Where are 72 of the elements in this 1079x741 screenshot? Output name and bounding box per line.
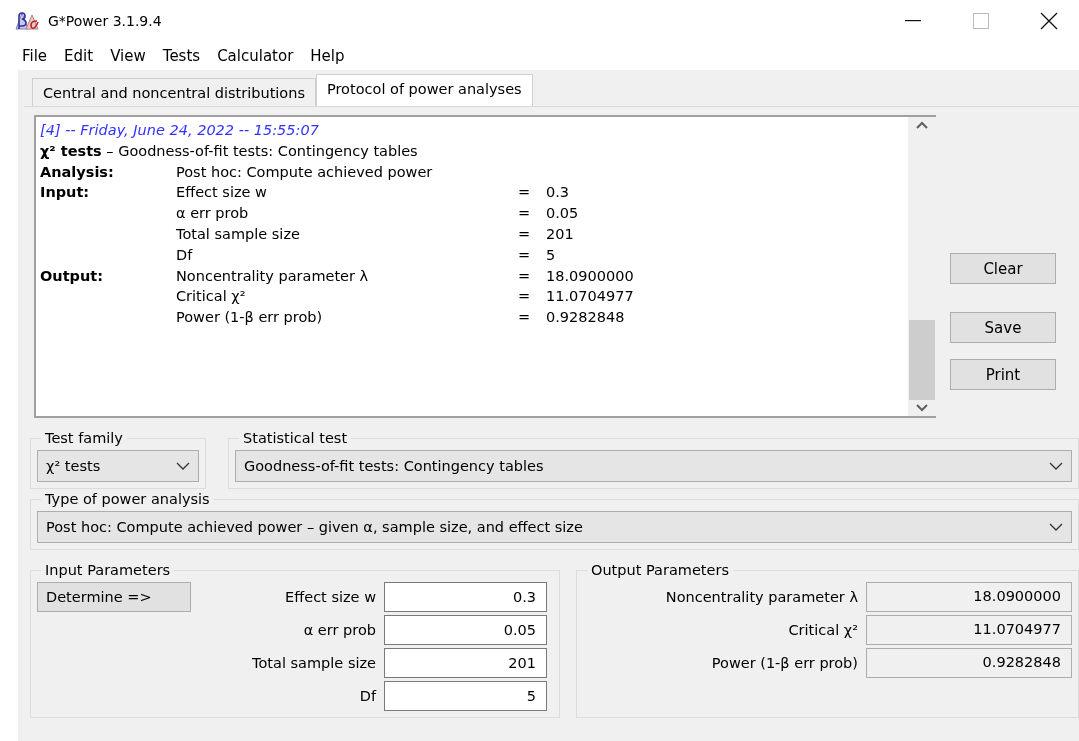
output-field: 18.0900000 bbox=[866, 582, 1072, 612]
input-field[interactable]: 5 bbox=[384, 681, 547, 711]
group-label: Test family bbox=[44, 430, 124, 446]
field-label: Noncentrality parameter λ bbox=[665, 589, 858, 605]
output-field: 0.9282848 bbox=[866, 648, 1072, 678]
protocol-button[interactable]: Print bbox=[950, 359, 1056, 390]
field-label: Total sample size bbox=[252, 655, 376, 671]
equals-sign: = bbox=[518, 184, 531, 201]
parameter-value: 11.0704977 bbox=[546, 288, 634, 305]
parameter-name: Power (1-β err prob) bbox=[176, 308, 324, 328]
close-icon[interactable] bbox=[1040, 12, 1058, 30]
power-analysis-dropdown[interactable]: Post hoc: Compute achieved power – given α, sample size, and effect size bbox=[37, 511, 1072, 543]
determine-button[interactable]: Determine => bbox=[37, 582, 191, 612]
field-label: Critical χ² bbox=[787, 622, 858, 638]
output-field: 11.0704977 bbox=[866, 615, 1072, 645]
group-label: Input Parameters bbox=[44, 562, 172, 578]
equals-sign: = bbox=[518, 226, 531, 242]
app-logo-icon bbox=[14, 11, 40, 31]
menu-item[interactable]: Help bbox=[306, 47, 358, 65]
equals-sign: = bbox=[518, 267, 531, 284]
protocol-title: χ² tests – Goodness-of-fit tests: Contingency tables bbox=[40, 141, 419, 161]
input-field[interactable]: 0.3 bbox=[384, 582, 547, 612]
input-field[interactable]: 201 bbox=[384, 648, 547, 678]
parameter-value: 201 bbox=[546, 226, 574, 242]
scrollbar[interactable] bbox=[908, 117, 936, 416]
scroll-down-icon[interactable] bbox=[916, 404, 928, 412]
parameter-value: 0.3 bbox=[546, 184, 570, 201]
tab[interactable]: Central and noncentral distributions bbox=[32, 78, 316, 106]
parameter-name: Total sample size bbox=[176, 225, 301, 244]
chevron-down-icon bbox=[1049, 462, 1063, 470]
field-label: Effect size w bbox=[284, 589, 376, 605]
window-title: G*Power 3.1.9.4 bbox=[48, 13, 163, 29]
parameter-name: Effect size w bbox=[176, 183, 268, 203]
tab[interactable]: Protocol of power analyses bbox=[316, 74, 533, 106]
equals-sign: = bbox=[518, 246, 531, 263]
menu-item[interactable]: File bbox=[18, 47, 61, 65]
minimize-icon[interactable] bbox=[905, 20, 921, 22]
parameter-value: 0.9282848 bbox=[546, 309, 625, 326]
chevron-down-icon bbox=[176, 462, 190, 470]
equals-sign: = bbox=[518, 309, 531, 326]
parameter-name: α err prob bbox=[176, 204, 250, 224]
parameter-name: Df bbox=[176, 245, 194, 265]
parameter-name: Critical χ² bbox=[176, 287, 247, 307]
scroll-up-icon[interactable] bbox=[916, 121, 928, 129]
group-label: Statistical test bbox=[242, 430, 349, 446]
section-label: Analysis: bbox=[40, 163, 114, 180]
chevron-down-icon bbox=[1049, 523, 1063, 531]
protocol-header: [4] -- Friday, June 24, 2022 -- 15:55:07 bbox=[40, 121, 320, 140]
group-label: Output Parameters bbox=[590, 562, 730, 578]
protocol-button[interactable]: Save bbox=[950, 312, 1056, 343]
group-label: Type of power analysis bbox=[44, 491, 211, 507]
statistical-test-dropdown[interactable]: Goodness-of-fit tests: Contingency tables bbox=[235, 450, 1072, 482]
scroll-thumb[interactable] bbox=[909, 320, 935, 400]
input-field[interactable]: 0.05 bbox=[384, 615, 547, 645]
test-family-dropdown[interactable]: χ² tests bbox=[37, 450, 199, 482]
parameter-name: Post hoc: Compute achieved power bbox=[176, 162, 434, 182]
protocol-button[interactable]: Clear bbox=[950, 253, 1056, 284]
parameter-value: 0.05 bbox=[546, 205, 579, 222]
menu-item[interactable]: Calculator bbox=[213, 47, 307, 65]
menu-item[interactable]: Tests bbox=[158, 47, 214, 65]
section-label: Input: bbox=[40, 184, 90, 201]
equals-sign: = bbox=[518, 288, 531, 305]
equals-sign: = bbox=[518, 205, 531, 222]
parameter-value: 5 bbox=[546, 246, 556, 263]
menu-item[interactable]: Edit bbox=[60, 47, 107, 65]
parameter-value: 18.0900000 bbox=[546, 267, 634, 284]
parameter-name: Noncentrality parameter λ bbox=[176, 266, 370, 286]
section-label: Output: bbox=[40, 267, 103, 284]
menu-item[interactable]: View bbox=[106, 47, 159, 65]
field-label: Power (1-β err prob) bbox=[710, 655, 858, 671]
field-label: Df bbox=[358, 688, 376, 704]
field-label: α err prob bbox=[302, 622, 376, 638]
